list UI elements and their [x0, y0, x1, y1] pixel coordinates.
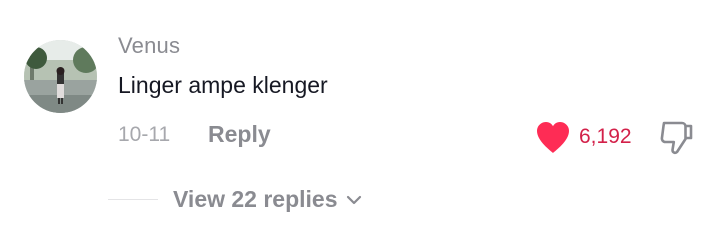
reply-button[interactable]: Reply — [208, 121, 271, 148]
replies-divider — [108, 199, 158, 200]
comment-date: 10-11 — [118, 123, 171, 146]
chevron-down-icon — [346, 195, 361, 204]
comment-text: Linger ampe klenger — [118, 72, 328, 98]
avatar-image — [24, 40, 97, 113]
like-button[interactable]: 6,192 — [535, 118, 632, 156]
view-replies-button[interactable]: View 22 replies — [173, 186, 362, 213]
thumbs-down-icon — [660, 121, 693, 155]
view-replies-label: View 22 replies — [173, 186, 338, 212]
heart-icon — [537, 121, 569, 153]
comment-username[interactable]: Venus — [118, 33, 180, 59]
dislike-button[interactable] — [658, 118, 696, 156]
like-count: 6,192 — [579, 125, 632, 148]
comment-item: Venus Linger ampe klenger 10-11 Reply 6,… — [0, 0, 720, 240]
avatar[interactable] — [24, 40, 97, 113]
